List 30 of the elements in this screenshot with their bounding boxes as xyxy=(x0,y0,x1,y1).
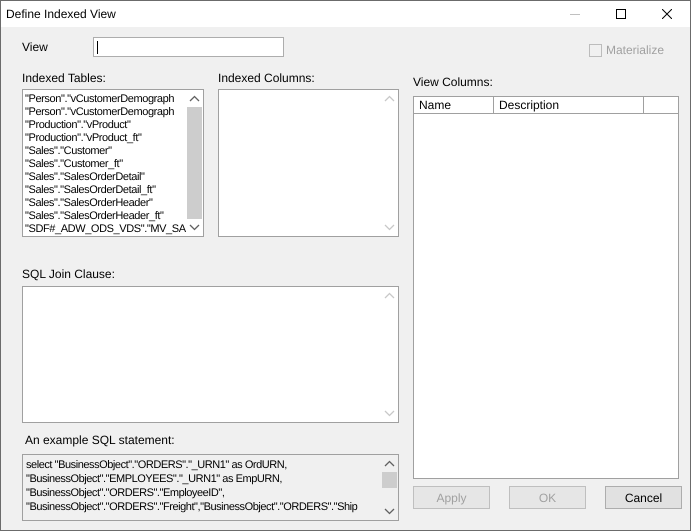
window-title: Define Indexed View xyxy=(5,6,117,23)
view-columns-table[interactable]: Name Description xyxy=(413,96,679,479)
materialize-label: Materialize xyxy=(606,42,664,59)
indexed-columns-label: Indexed Columns: xyxy=(218,71,315,85)
table-list-item[interactable]: "Sales"."SalesOrderDetail" xyxy=(25,171,186,184)
close-icon xyxy=(662,9,672,19)
table-list-item[interactable]: "Person"."vCustomerDemograph xyxy=(25,93,186,106)
table-list-item[interactable]: "SDF#_ADW_ODS_VDS"."MV_SA xyxy=(25,223,186,236)
scrollbar-thumb[interactable] xyxy=(187,107,202,219)
table-list-item[interactable]: "Production"."vProduct_ft" xyxy=(25,132,186,145)
view-label: View xyxy=(22,39,49,56)
dialog-button[interactable]: Cancel xyxy=(605,486,682,509)
maximize-icon xyxy=(616,9,626,19)
indexed-tables-list[interactable] xyxy=(22,89,204,237)
sql-join-clause-label: SQL Join Clause: xyxy=(22,266,115,283)
table-list-item[interactable]: "Sales"."Customer" xyxy=(25,145,186,158)
indexed-tables-label: Indexed Tables: xyxy=(22,71,106,85)
column-header[interactable]: Name xyxy=(414,97,494,114)
example-sql-label: An example SQL statement: xyxy=(25,432,175,449)
table-list-item[interactable]: "Person"."vCustomerDemograph xyxy=(25,106,186,119)
example-sql-text: select "BusinessObject"."ORDERS"."_URN1" as OrdURN, "BusinessObject"."EMPLOYEES"."_URN1" as EmpURN, "BusinessObject"."ORDERS"."EmployeeID", "BusinessObject"."ORDERS"."Freight","BusinessObject"."ORDERS"."Ship xyxy=(26,458,358,514)
table-list-item[interactable]: "Production"."vProduct" xyxy=(25,119,186,132)
column-header[interactable]: Description xyxy=(494,97,644,114)
table-list-item[interactable]: "Sales"."SalesOrderHeader_ft" xyxy=(25,210,186,223)
table-list-item[interactable]: "Sales"."SalesOrderHeader" xyxy=(25,197,186,210)
view-input-field[interactable] xyxy=(93,37,284,57)
scrollbar-thumb[interactable] xyxy=(382,472,397,488)
table-list-item[interactable]: "Sales"."SalesOrderDetail_ft" xyxy=(25,184,186,197)
table-list-item[interactable]: "Sales"."Customer_ft" xyxy=(25,158,186,171)
view-columns-label: View Columns: xyxy=(413,74,493,91)
